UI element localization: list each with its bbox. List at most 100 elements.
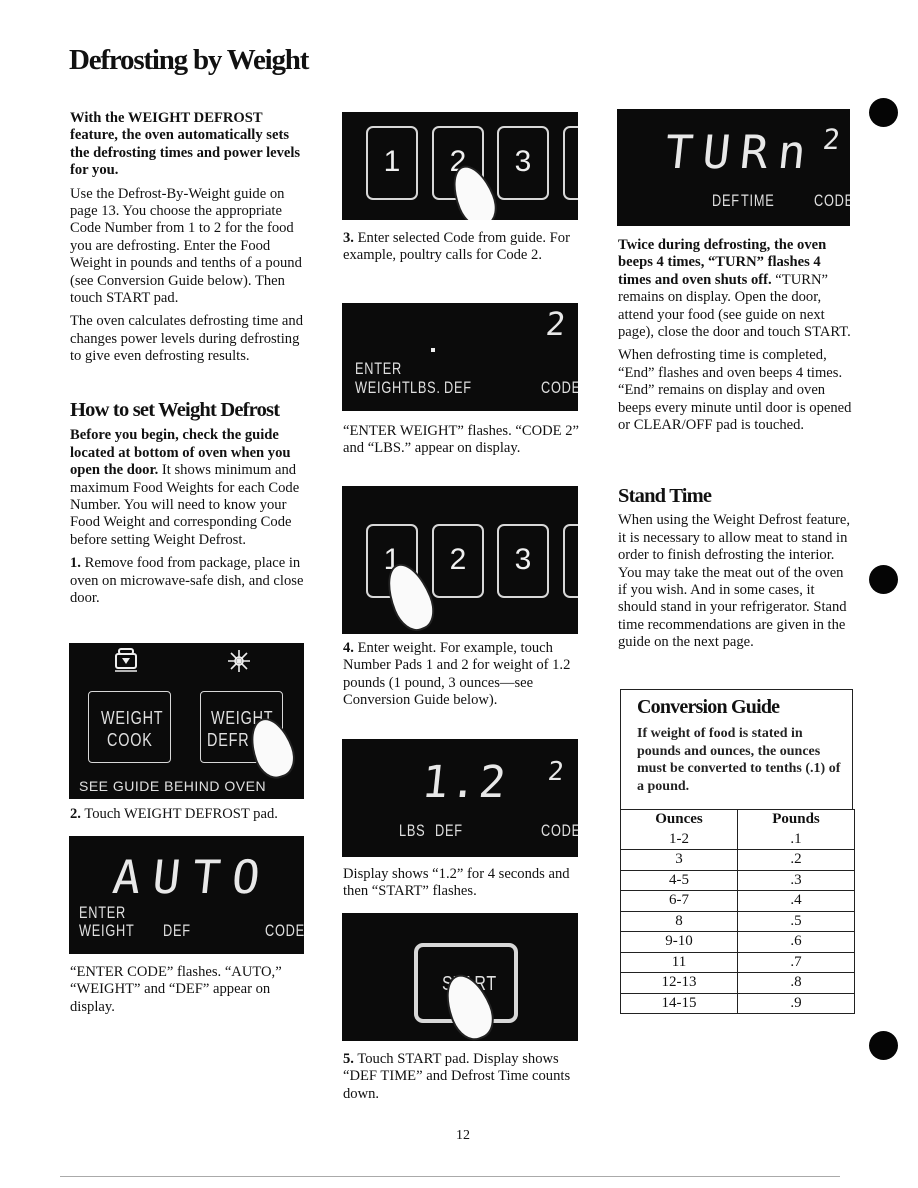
number-pad-3[interactable]: 3: [497, 126, 549, 200]
step-1-number: 1.: [70, 555, 81, 572]
conversion-row: 12-13.8: [620, 972, 856, 994]
step-4-text: Enter weight. For example, touch Number …: [343, 640, 571, 709]
end-text: When defrosting time is completed, “End”…: [618, 347, 852, 434]
howto-heading: How to set Weight Defrost: [70, 399, 280, 421]
display-label-lbs: LBS: [399, 821, 426, 840]
display-auto-caption: “ENTER CODE” flashes. “AUTO,” “WEIGHT” a…: [70, 964, 282, 1015]
display-weight: 1.2 2 LBS DEF CODE: [342, 739, 578, 857]
step-3-text: Enter selected Code from guide. For exam…: [343, 230, 570, 264]
display-auto: AUTO ENTER WEIGHT DEF CODE: [69, 836, 304, 954]
pounds-cell: .7: [736, 951, 856, 973]
intro-bold: With the WEIGHT DEFROST feature, the ove…: [70, 110, 301, 179]
conversion-row: 8.5: [620, 910, 856, 932]
conversion-guide-box: Conversion Guide If weight of food is st…: [620, 689, 853, 809]
step-5: 5. Touch START pad. Display shows “DEF T…: [343, 1051, 583, 1103]
conversion-row: 4-5.3: [620, 869, 856, 891]
ounces-cell: 11: [620, 951, 738, 973]
display-turn-text: TURn: [662, 125, 819, 179]
number-pad-1[interactable]: 1: [366, 126, 418, 200]
snowflake-icon: [228, 650, 250, 672]
conversion-row: 3.2: [620, 849, 856, 871]
ounces-cell: 8: [620, 910, 738, 932]
display-code: 2 ENTER WEIGHT LBS. DEF CODE: [342, 303, 578, 411]
binder-hole: [869, 1031, 898, 1060]
step-2-number: 2.: [70, 806, 81, 822]
stand-time-section: Stand Time When using the Weight Defrost…: [618, 485, 856, 658]
conversion-guide-heading: Conversion Guide: [637, 696, 780, 718]
conversion-guide-description: If weight of food is stated in pounds an…: [637, 726, 841, 794]
number-pad-4-partial[interactable]: [563, 524, 578, 598]
number-pad-2[interactable]: 2: [432, 524, 484, 598]
turn-section: Twice during defrosting, the oven beeps …: [618, 237, 856, 440]
column-header-pounds: Pounds: [736, 809, 856, 830]
display-dot: [431, 348, 435, 352]
keypad-illustration-1: 1 2 3: [342, 112, 578, 220]
binder-hole: [869, 98, 898, 127]
display-label-enter: ENTER: [355, 359, 402, 378]
display-label-code: CODE: [541, 821, 578, 840]
step-4: 4. Enter weight. For example, touch Numb…: [343, 640, 583, 710]
display-code-digit: 2: [544, 305, 568, 343]
step-2: 2. Touch WEIGHT DEFROST pad.: [70, 806, 310, 823]
conversion-row: 11.7: [620, 951, 856, 973]
display-label-def: DEF: [444, 378, 472, 397]
conversion-table: Ounces Pounds 1-2.1 3.2 4-5.3 6-7.4 8.5 9-10.…: [620, 809, 856, 1014]
binder-hole: [869, 565, 898, 594]
conversion-row: 6-7.4: [620, 890, 856, 912]
pounds-cell: .5: [736, 910, 856, 932]
number-pad-3[interactable]: 3: [497, 524, 549, 598]
ounces-cell: 12-13: [620, 972, 738, 994]
pounds-cell: .2: [736, 849, 856, 871]
ounces-cell: 14-15: [620, 992, 738, 1014]
conversion-row: 14-15.9: [620, 992, 856, 1014]
stand-time-heading: Stand Time: [618, 485, 712, 507]
weight-cook-label-2: COOK: [107, 730, 153, 750]
display-code-caption: “ENTER WEIGHT” flashes. “CODE 2” and “LB…: [343, 423, 579, 457]
display-label-weight: WEIGHT: [79, 921, 135, 940]
display-weight-caption: Display shows “1.2” for 4 seconds and th…: [343, 866, 570, 900]
ounces-cell: 4-5: [620, 869, 738, 891]
weight-cook-label-1: WEIGHT: [101, 708, 164, 728]
keypad-illustration-2: 1 2 3: [342, 486, 578, 634]
display-label-time: TIME: [741, 191, 775, 210]
step-1-text: Remove food from package, place in oven …: [70, 555, 304, 607]
ounces-cell: 6-7: [620, 890, 738, 912]
weight-cook-pad[interactable]: WEIGHT COOK: [88, 691, 171, 763]
step-2-text: Touch WEIGHT DEFROST pad.: [80, 806, 278, 822]
pounds-cell: .9: [736, 992, 856, 1014]
page-title: Defrosting by Weight: [69, 44, 309, 76]
step-3-number: 3.: [343, 230, 354, 246]
number-pad-4-partial[interactable]: [563, 126, 578, 200]
conversion-row: 1-2.1: [620, 829, 856, 850]
step-5-number: 5.: [343, 1051, 354, 1067]
display-code-digit: 2: [546, 757, 566, 787]
intro-paragraph-2: The oven calculates defrosting time and …: [70, 313, 304, 365]
pounds-cell: .3: [736, 869, 856, 891]
display-label-enter: ENTER: [79, 903, 126, 922]
step-3: 3. Enter selected Code from guide. For e…: [343, 230, 583, 265]
display-label-code: CODE: [541, 378, 578, 397]
display-label-def: DEF: [712, 191, 740, 210]
ounces-cell: 9-10: [620, 931, 738, 953]
weight-defrost-label-2: DEFR: [207, 730, 250, 750]
display-main-text: AUTO: [110, 850, 275, 904]
conversion-table-wrap: Ounces Pounds 1-2.1 3.2 4-5.3 6-7.4 8.5 9-10.…: [620, 809, 856, 1014]
display-label-def: DEF: [163, 921, 191, 940]
column-header-ounces: Ounces: [620, 809, 738, 830]
display-label-lbs: LBS.: [410, 378, 441, 397]
display-label-code: CODE: [814, 191, 850, 210]
control-panel-illustration: WEIGHT COOK WEIGHT DEFR SEE GUIDE BEHIND…: [69, 643, 304, 799]
left-column-intro: With the WEIGHT DEFROST feature, the ove…: [70, 110, 310, 372]
step-4-number: 4.: [343, 640, 354, 656]
see-guide-label: SEE GUIDE BEHIND OVEN: [79, 778, 267, 794]
pounds-cell: .8: [736, 972, 856, 994]
ounces-cell: 3: [620, 849, 738, 871]
display-label-code: CODE: [265, 921, 304, 940]
display-turn: TURn 2 DEF TIME CODE: [617, 109, 850, 226]
pounds-cell: .4: [736, 890, 856, 912]
howto-section: How to set Weight Defrost Before you beg…: [70, 399, 310, 613]
stand-time-text: When using the Weight Defrost feature, i…: [618, 512, 850, 651]
conversion-row: 9-10.6: [620, 931, 856, 953]
weight-cook-icon: [115, 648, 137, 672]
display-code-digit: 2: [821, 123, 842, 156]
